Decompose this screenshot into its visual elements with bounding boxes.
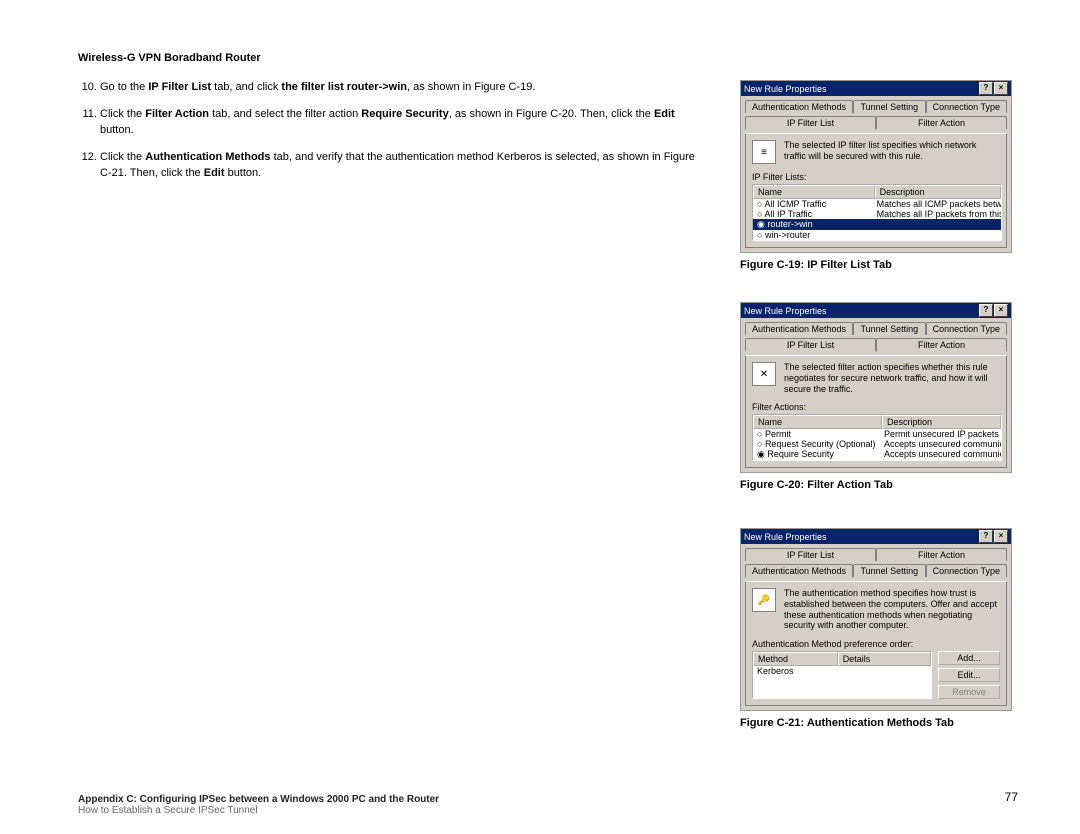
dialog-c19: New Rule Properties ? × Authentication M… [740,80,1012,253]
remove-button[interactable]: Remove [938,685,1000,699]
dialog-description: The authentication method specifies how … [784,588,1000,631]
tab-tunnel-setting[interactable]: Tunnel Setting [853,322,926,335]
dialog-c20: New Rule Properties ? × Authentication M… [740,302,1012,473]
edit-button[interactable]: Edit... [938,668,1000,682]
list-item[interactable]: PermitPermit unsecured IP packets to ... [753,429,1001,439]
dialog-c21: New Rule Properties ? × IP Filter List F… [740,528,1012,711]
list-label: Filter Actions: [752,402,1000,412]
list-item[interactable]: Request Security (Optional)Accepts unsec… [753,439,1001,449]
col-description[interactable]: Description [882,415,1001,429]
list-item[interactable]: Require SecurityAccepts unsecured commun… [753,449,1001,460]
col-name[interactable]: Name [753,185,875,199]
col-description[interactable]: Description [875,185,1001,199]
tab-ip-filter-list[interactable]: IP Filter List [745,338,876,351]
tab-filter-action[interactable]: Filter Action [876,548,1007,561]
header-title: Wireless-G VPN Boradband Router [78,52,261,64]
tab-filter-action[interactable]: Filter Action [876,116,1007,129]
figure-c20: New Rule Properties ? × Authentication M… [740,302,1012,491]
tab-tunnel-setting[interactable]: Tunnel Setting [853,100,926,113]
col-name[interactable]: Name [753,415,882,429]
step-11: Click the Filter Action tab, and select … [100,107,696,138]
footer-line2: How to Establish a Secure IPSec Tunnel [78,805,1018,816]
tab-auth-methods[interactable]: Authentication Methods [745,100,853,113]
footer: 77 Appendix C: Configuring IPSec between… [78,794,1018,816]
auth-methods-table: Method Details Kerberos [752,651,932,699]
dialog-description: The selected filter action specifies whe… [784,362,1000,394]
filter-actions-table: Name Description PermitPermit unsecured … [752,414,1002,461]
tab-tunnel-setting[interactable]: Tunnel Setting [853,564,926,577]
help-icon[interactable]: ? [979,82,993,95]
list-item[interactable]: All ICMP TrafficMatches all ICMP packets… [753,199,1001,209]
figure-c21: New Rule Properties ? × IP Filter List F… [740,528,1012,729]
list-label: IP Filter Lists: [752,172,1000,182]
add-button[interactable]: Add... [938,651,1000,665]
col-method[interactable]: Method [753,652,838,666]
tab-filter-action[interactable]: Filter Action [876,338,1007,352]
page: Wireless-G VPN Boradband Router Go to th… [0,0,1080,834]
tab-ip-filter-list[interactable]: IP Filter List [745,116,876,130]
close-icon[interactable]: × [994,82,1008,95]
figure-c19: New Rule Properties ? × Authentication M… [740,80,1012,271]
step-10: Go to the IP Filter List tab, and click … [100,80,696,95]
close-icon[interactable]: × [994,304,1008,317]
ip-filter-list-table: Name Description All ICMP TrafficMatches… [752,184,1002,241]
tab-ip-filter-list[interactable]: IP Filter List [745,548,876,561]
tab-connection-type[interactable]: Connection Type [926,322,1007,335]
tab-auth-methods[interactable]: Authentication Methods [745,322,853,335]
page-number: 77 [1005,790,1018,804]
dialog-description: The selected IP filter list specifies wh… [784,140,1000,162]
key-icon: 🔑 [752,588,776,612]
figure-caption: Figure C-20: Filter Action Tab [740,479,1012,491]
steps-list: Go to the IP Filter List tab, and click … [76,80,696,193]
dialog-title: New Rule Properties [744,532,827,542]
list-item[interactable]: All IP TrafficMatches all IP packets fro… [753,209,1001,219]
list-label: Authentication Method preference order: [752,639,1000,649]
tool-icon: ✕ [752,362,776,386]
dialog-title: New Rule Properties [744,306,827,316]
dialog-titlebar: New Rule Properties ? × [741,303,1011,318]
tab-connection-type[interactable]: Connection Type [926,564,1007,577]
step-12: Click the Authentication Methods tab, an… [100,150,696,181]
dialog-titlebar: New Rule Properties ? × [741,81,1011,96]
list-item[interactable]: win->router [753,230,1001,240]
list-item-selected[interactable]: router->win [753,219,1001,230]
dialog-title: New Rule Properties [744,84,827,94]
figure-caption: Figure C-21: Authentication Methods Tab [740,717,1012,729]
footer-line1: Appendix C: Configuring IPSec between a … [78,794,1018,805]
close-icon[interactable]: × [994,530,1008,543]
tab-connection-type[interactable]: Connection Type [926,100,1007,113]
figure-caption: Figure C-19: IP Filter List Tab [740,259,1012,271]
list-item[interactable]: Kerberos [753,666,931,676]
auth-buttons: Add... Edit... Remove [938,651,1000,699]
help-icon[interactable]: ? [979,304,993,317]
list-icon: ≡ [752,140,776,164]
tab-auth-methods[interactable]: Authentication Methods [745,564,853,578]
help-icon[interactable]: ? [979,530,993,543]
col-details[interactable]: Details [838,652,931,666]
dialog-titlebar: New Rule Properties ? × [741,529,1011,544]
